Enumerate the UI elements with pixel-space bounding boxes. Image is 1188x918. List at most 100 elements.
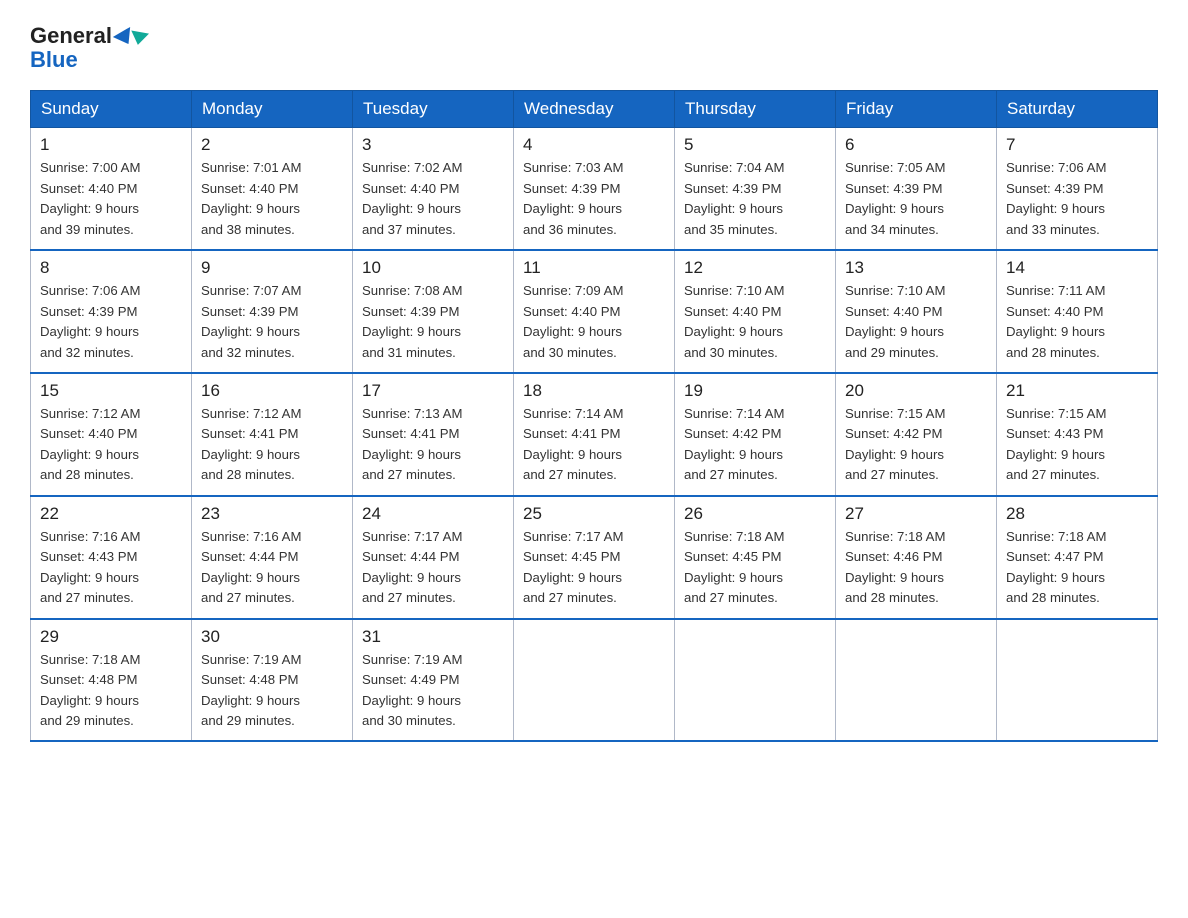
- col-monday: Monday: [192, 91, 353, 128]
- day-info: Sunrise: 7:19 AM Sunset: 4:49 PM Dayligh…: [362, 650, 504, 732]
- day-info: Sunrise: 7:10 AM Sunset: 4:40 PM Dayligh…: [845, 281, 987, 363]
- day-info: Sunrise: 7:16 AM Sunset: 4:43 PM Dayligh…: [40, 527, 182, 609]
- calendar-cell: 3 Sunrise: 7:02 AM Sunset: 4:40 PM Dayli…: [353, 128, 514, 250]
- day-info: Sunrise: 7:13 AM Sunset: 4:41 PM Dayligh…: [362, 404, 504, 486]
- calendar-header: Sunday Monday Tuesday Wednesday Thursday…: [31, 91, 1158, 128]
- calendar-cell: 25 Sunrise: 7:17 AM Sunset: 4:45 PM Dayl…: [514, 496, 675, 619]
- day-info: Sunrise: 7:17 AM Sunset: 4:45 PM Dayligh…: [523, 527, 665, 609]
- col-saturday: Saturday: [997, 91, 1158, 128]
- day-info: Sunrise: 7:18 AM Sunset: 4:46 PM Dayligh…: [845, 527, 987, 609]
- day-info: Sunrise: 7:19 AM Sunset: 4:48 PM Dayligh…: [201, 650, 343, 732]
- day-info: Sunrise: 7:18 AM Sunset: 4:45 PM Dayligh…: [684, 527, 826, 609]
- calendar-cell: [675, 619, 836, 742]
- day-info: Sunrise: 7:00 AM Sunset: 4:40 PM Dayligh…: [40, 158, 182, 240]
- calendar-cell: 31 Sunrise: 7:19 AM Sunset: 4:49 PM Dayl…: [353, 619, 514, 742]
- calendar-cell: 8 Sunrise: 7:06 AM Sunset: 4:39 PM Dayli…: [31, 250, 192, 373]
- day-number: 31: [362, 627, 504, 647]
- day-number: 29: [40, 627, 182, 647]
- day-number: 20: [845, 381, 987, 401]
- day-number: 27: [845, 504, 987, 524]
- col-thursday: Thursday: [675, 91, 836, 128]
- calendar-week-row: 22 Sunrise: 7:16 AM Sunset: 4:43 PM Dayl…: [31, 496, 1158, 619]
- day-info: Sunrise: 7:09 AM Sunset: 4:40 PM Dayligh…: [523, 281, 665, 363]
- day-number: 21: [1006, 381, 1148, 401]
- day-number: 30: [201, 627, 343, 647]
- day-info: Sunrise: 7:04 AM Sunset: 4:39 PM Dayligh…: [684, 158, 826, 240]
- logo: General Blue: [30, 24, 148, 72]
- day-info: Sunrise: 7:12 AM Sunset: 4:40 PM Dayligh…: [40, 404, 182, 486]
- day-info: Sunrise: 7:06 AM Sunset: 4:39 PM Dayligh…: [1006, 158, 1148, 240]
- calendar-cell: [997, 619, 1158, 742]
- calendar-cell: 17 Sunrise: 7:13 AM Sunset: 4:41 PM Dayl…: [353, 373, 514, 496]
- calendar-cell: 12 Sunrise: 7:10 AM Sunset: 4:40 PM Dayl…: [675, 250, 836, 373]
- day-number: 16: [201, 381, 343, 401]
- day-info: Sunrise: 7:01 AM Sunset: 4:40 PM Dayligh…: [201, 158, 343, 240]
- col-wednesday: Wednesday: [514, 91, 675, 128]
- col-tuesday: Tuesday: [353, 91, 514, 128]
- day-info: Sunrise: 7:14 AM Sunset: 4:41 PM Dayligh…: [523, 404, 665, 486]
- day-number: 6: [845, 135, 987, 155]
- calendar-cell: 19 Sunrise: 7:14 AM Sunset: 4:42 PM Dayl…: [675, 373, 836, 496]
- calendar-cell: 14 Sunrise: 7:11 AM Sunset: 4:40 PM Dayl…: [997, 250, 1158, 373]
- calendar-week-row: 8 Sunrise: 7:06 AM Sunset: 4:39 PM Dayli…: [31, 250, 1158, 373]
- calendar-cell: 29 Sunrise: 7:18 AM Sunset: 4:48 PM Dayl…: [31, 619, 192, 742]
- header-row: Sunday Monday Tuesday Wednesday Thursday…: [31, 91, 1158, 128]
- day-number: 8: [40, 258, 182, 278]
- calendar-cell: 7 Sunrise: 7:06 AM Sunset: 4:39 PM Dayli…: [997, 128, 1158, 250]
- calendar-cell: 1 Sunrise: 7:00 AM Sunset: 4:40 PM Dayli…: [31, 128, 192, 250]
- page-header: General Blue: [30, 24, 1158, 72]
- calendar-body: 1 Sunrise: 7:00 AM Sunset: 4:40 PM Dayli…: [31, 128, 1158, 742]
- calendar-cell: 4 Sunrise: 7:03 AM Sunset: 4:39 PM Dayli…: [514, 128, 675, 250]
- calendar-cell: [836, 619, 997, 742]
- day-info: Sunrise: 7:02 AM Sunset: 4:40 PM Dayligh…: [362, 158, 504, 240]
- calendar-cell: 24 Sunrise: 7:17 AM Sunset: 4:44 PM Dayl…: [353, 496, 514, 619]
- day-number: 23: [201, 504, 343, 524]
- day-number: 13: [845, 258, 987, 278]
- col-sunday: Sunday: [31, 91, 192, 128]
- day-info: Sunrise: 7:06 AM Sunset: 4:39 PM Dayligh…: [40, 281, 182, 363]
- day-info: Sunrise: 7:03 AM Sunset: 4:39 PM Dayligh…: [523, 158, 665, 240]
- day-info: Sunrise: 7:14 AM Sunset: 4:42 PM Dayligh…: [684, 404, 826, 486]
- calendar-cell: [514, 619, 675, 742]
- day-number: 26: [684, 504, 826, 524]
- calendar-cell: 16 Sunrise: 7:12 AM Sunset: 4:41 PM Dayl…: [192, 373, 353, 496]
- day-number: 28: [1006, 504, 1148, 524]
- day-number: 14: [1006, 258, 1148, 278]
- calendar-cell: 27 Sunrise: 7:18 AM Sunset: 4:46 PM Dayl…: [836, 496, 997, 619]
- day-number: 25: [523, 504, 665, 524]
- calendar-table: Sunday Monday Tuesday Wednesday Thursday…: [30, 90, 1158, 742]
- day-number: 24: [362, 504, 504, 524]
- calendar-cell: 22 Sunrise: 7:16 AM Sunset: 4:43 PM Dayl…: [31, 496, 192, 619]
- day-number: 18: [523, 381, 665, 401]
- day-number: 7: [1006, 135, 1148, 155]
- calendar-week-row: 15 Sunrise: 7:12 AM Sunset: 4:40 PM Dayl…: [31, 373, 1158, 496]
- calendar-cell: 28 Sunrise: 7:18 AM Sunset: 4:47 PM Dayl…: [997, 496, 1158, 619]
- day-number: 12: [684, 258, 826, 278]
- day-info: Sunrise: 7:15 AM Sunset: 4:42 PM Dayligh…: [845, 404, 987, 486]
- day-number: 11: [523, 258, 665, 278]
- calendar-cell: 26 Sunrise: 7:18 AM Sunset: 4:45 PM Dayl…: [675, 496, 836, 619]
- calendar-cell: 30 Sunrise: 7:19 AM Sunset: 4:48 PM Dayl…: [192, 619, 353, 742]
- day-info: Sunrise: 7:15 AM Sunset: 4:43 PM Dayligh…: [1006, 404, 1148, 486]
- day-info: Sunrise: 7:11 AM Sunset: 4:40 PM Dayligh…: [1006, 281, 1148, 363]
- calendar-cell: 20 Sunrise: 7:15 AM Sunset: 4:42 PM Dayl…: [836, 373, 997, 496]
- calendar-cell: 21 Sunrise: 7:15 AM Sunset: 4:43 PM Dayl…: [997, 373, 1158, 496]
- logo-general-text: General: [30, 24, 148, 48]
- day-info: Sunrise: 7:07 AM Sunset: 4:39 PM Dayligh…: [201, 281, 343, 363]
- calendar-cell: 6 Sunrise: 7:05 AM Sunset: 4:39 PM Dayli…: [836, 128, 997, 250]
- day-info: Sunrise: 7:18 AM Sunset: 4:48 PM Dayligh…: [40, 650, 182, 732]
- day-number: 22: [40, 504, 182, 524]
- day-number: 5: [684, 135, 826, 155]
- day-number: 17: [362, 381, 504, 401]
- day-info: Sunrise: 7:05 AM Sunset: 4:39 PM Dayligh…: [845, 158, 987, 240]
- col-friday: Friday: [836, 91, 997, 128]
- day-info: Sunrise: 7:10 AM Sunset: 4:40 PM Dayligh…: [684, 281, 826, 363]
- day-number: 15: [40, 381, 182, 401]
- calendar-cell: 10 Sunrise: 7:08 AM Sunset: 4:39 PM Dayl…: [353, 250, 514, 373]
- day-number: 1: [40, 135, 182, 155]
- day-info: Sunrise: 7:12 AM Sunset: 4:41 PM Dayligh…: [201, 404, 343, 486]
- logo-blue-text: Blue: [30, 48, 78, 72]
- day-number: 3: [362, 135, 504, 155]
- day-info: Sunrise: 7:18 AM Sunset: 4:47 PM Dayligh…: [1006, 527, 1148, 609]
- calendar-cell: 13 Sunrise: 7:10 AM Sunset: 4:40 PM Dayl…: [836, 250, 997, 373]
